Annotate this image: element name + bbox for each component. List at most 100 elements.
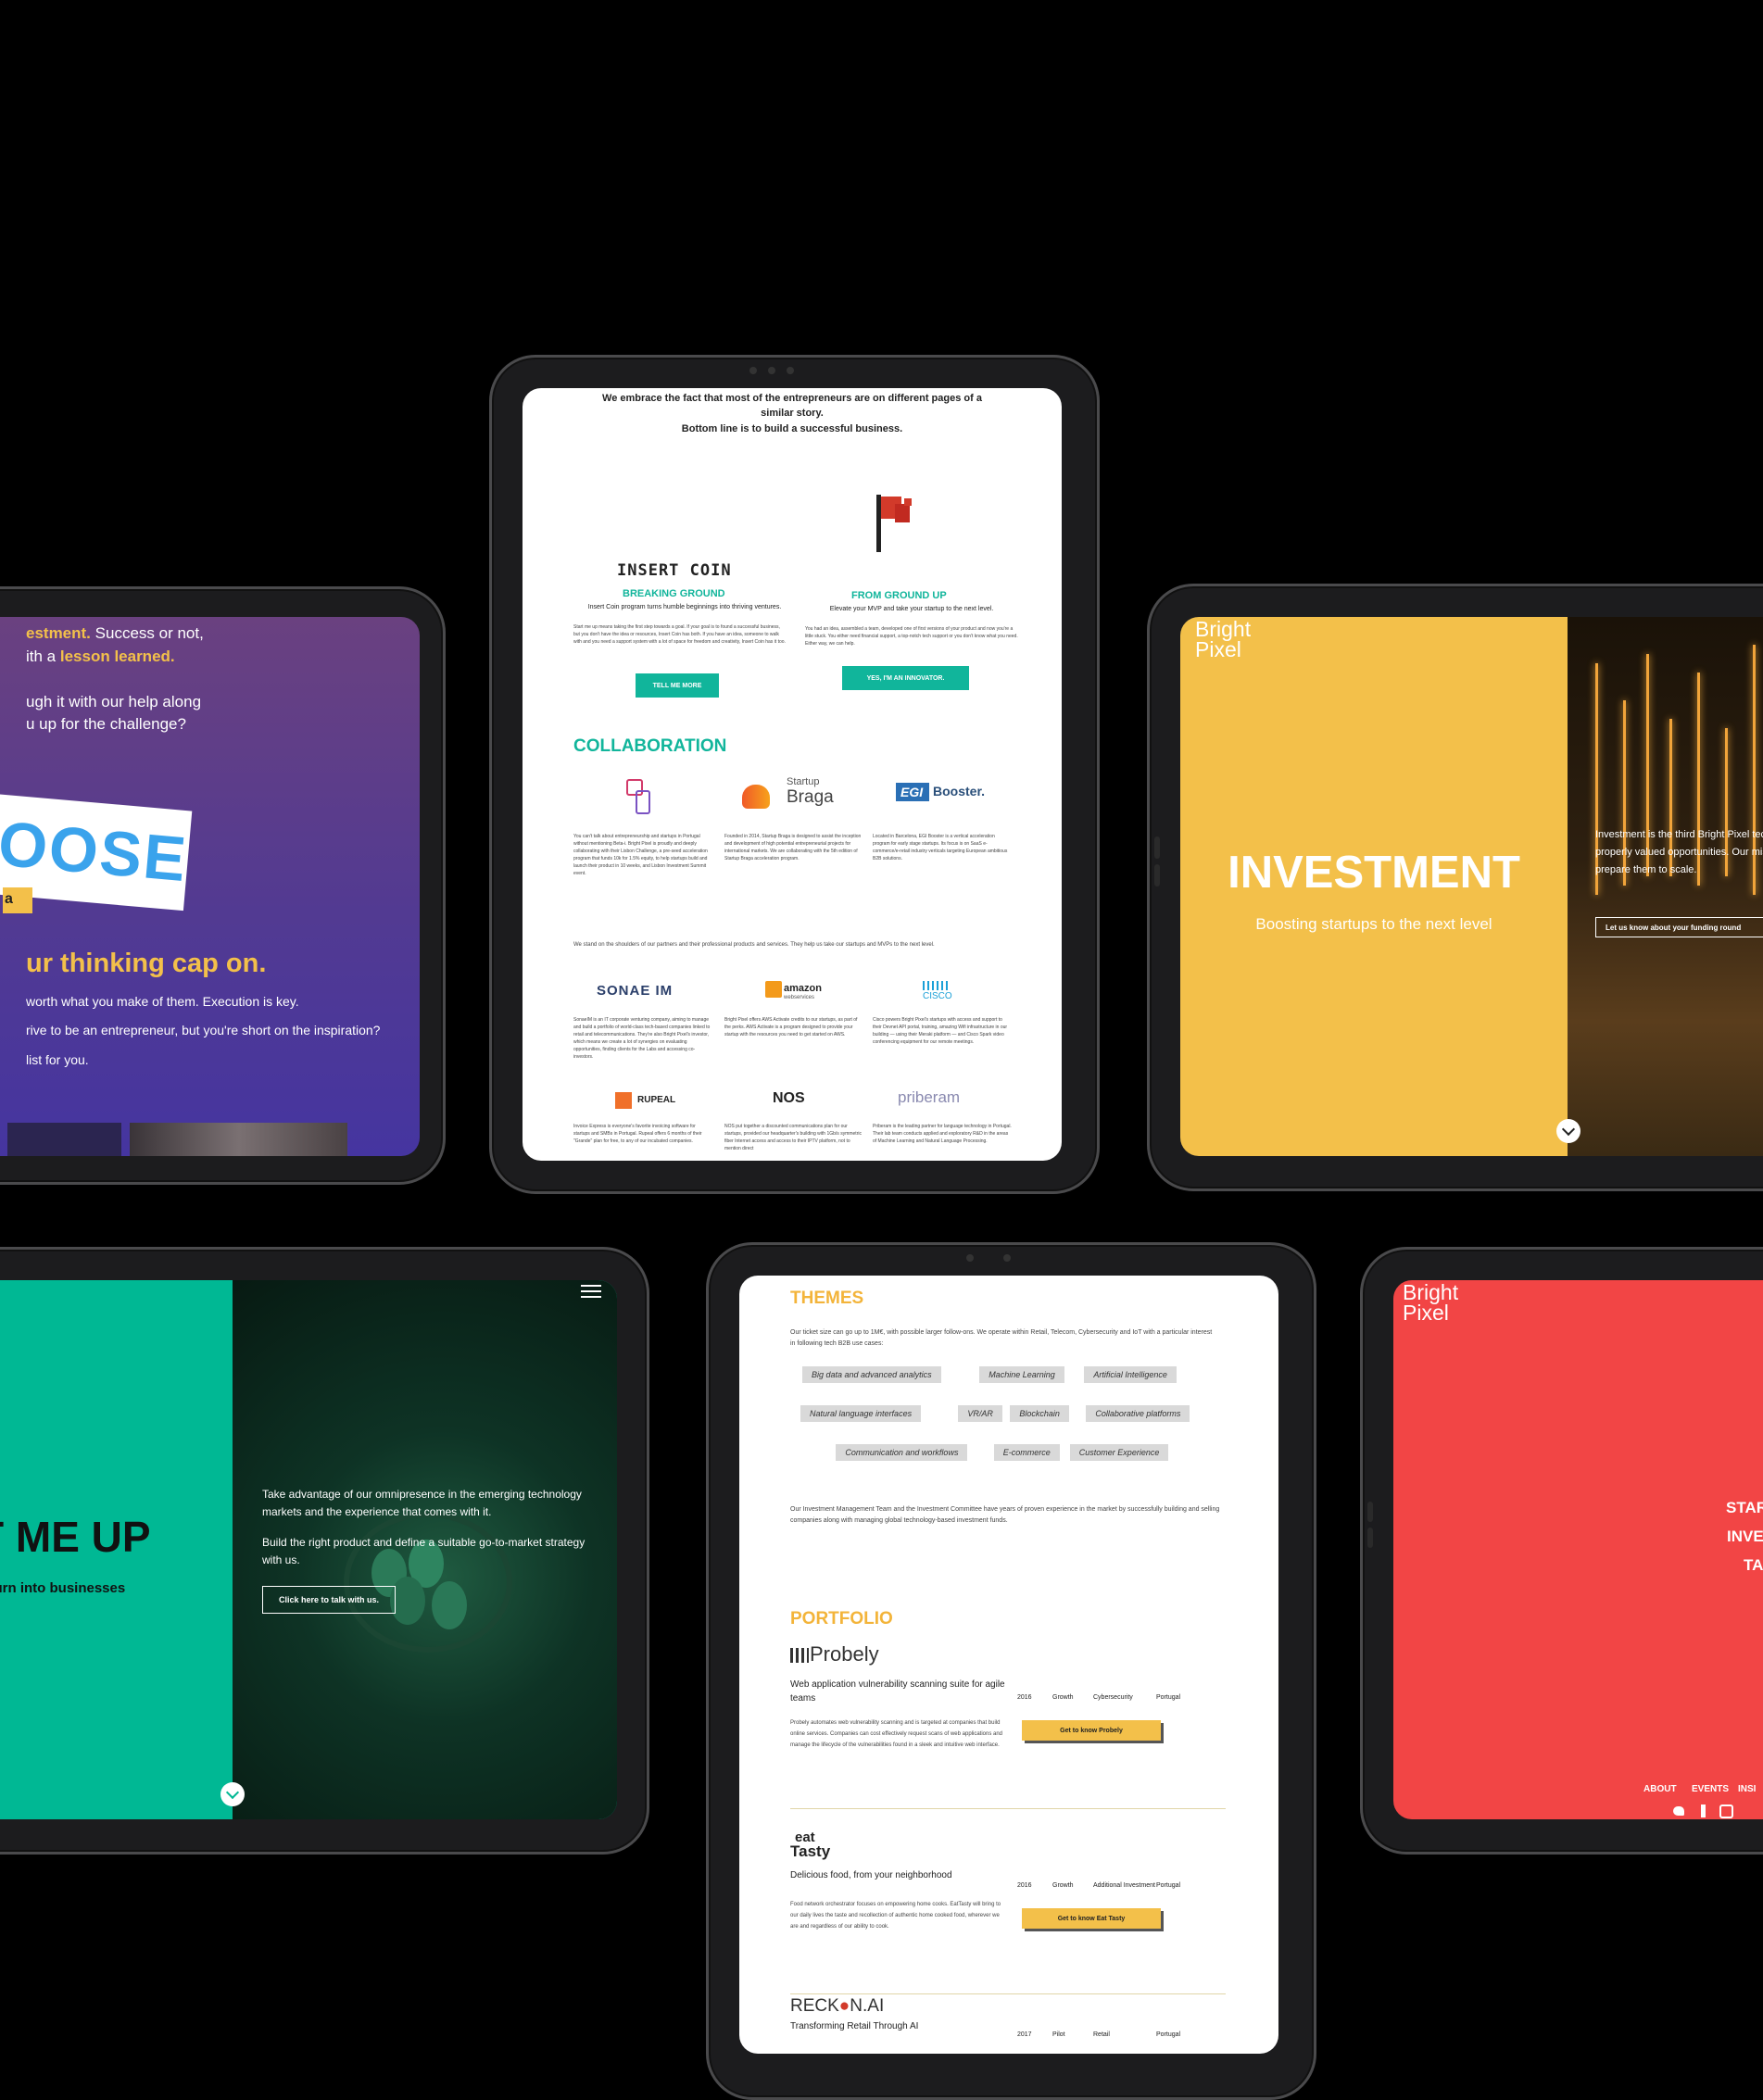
portfolio-heading: PORTFOLIO	[790, 1609, 893, 1628]
footer-nav-about[interactable]: ABOUT	[1643, 1784, 1677, 1794]
start-me-up-title: T ME UP	[0, 1513, 151, 1561]
from-ground-up-subtitle: Elevate your MVP and take your startup t…	[829, 606, 994, 612]
side-button	[1367, 1502, 1373, 1522]
collab-text-1: You can't talk about entrepreneurship an…	[573, 834, 708, 876]
nest-photo: Take advantage of our omnipresence in th…	[233, 1280, 617, 1819]
bright-pixel-logo-2: Pixel	[1403, 1301, 1449, 1325]
rupeal-logo: RUPEAL	[615, 1092, 689, 1111]
egi-badge: EGI	[896, 783, 929, 801]
theme-tag: VR/AR	[958, 1405, 1002, 1422]
choose-tag: a	[3, 887, 32, 913]
probely-body: Probely automates web vulnerability scan…	[790, 1720, 1003, 1748]
menu-item-start[interactable]: STAR	[1726, 1499, 1763, 1517]
instagram-icon[interactable]	[1719, 1804, 1733, 1818]
body-line-1: worth what you make of them. Execution i…	[26, 994, 299, 1009]
tablet-start-me-up-screen: T ME UP s turn into businesses Take adva…	[0, 1280, 617, 1819]
sonaeim-logo: SONAE IM	[597, 983, 674, 999]
tablet-start-me-up: T ME UP s turn into businesses Take adva…	[0, 1247, 649, 1855]
investment-photo: Investment is the third Bright Pixel tec…	[1568, 617, 1763, 1156]
portfolio-meta-value: 2016	[1017, 1694, 1032, 1701]
tablet-investment: Bright Pixel INVESTMENT Boosting startup…	[1147, 584, 1763, 1191]
rupeal-word: RUPEAL	[637, 1095, 676, 1105]
nos-logo: NOS	[773, 1090, 805, 1106]
body-line-3: list for you.	[26, 1052, 89, 1067]
cisco-word: CISCO	[923, 991, 952, 1001]
tablet-portfolio: THEMES Our ticket size can go up to 1M€,…	[706, 1242, 1316, 2100]
booster-label: Booster.	[933, 784, 986, 799]
talk-with-us-button[interactable]: Click here to talk with us.	[262, 1586, 396, 1614]
side-button	[1367, 1528, 1373, 1548]
portfolio-meta-value: Portugal	[1156, 1882, 1181, 1889]
start-me-up-para-1: Take advantage of our omnipresence in th…	[262, 1488, 582, 1518]
twitter-icon[interactable]	[1673, 1806, 1684, 1816]
choose-word: OOSE	[0, 808, 191, 896]
pixel-flag-icon	[876, 495, 913, 552]
tell-me-more-button[interactable]: TELL ME MORE	[636, 673, 719, 698]
probely-button[interactable]: Get to know Probely	[1022, 1720, 1161, 1741]
theme-tag: Machine Learning	[979, 1366, 1064, 1383]
priberam-logo: priberam	[898, 1088, 961, 1106]
theme-tag: Communication and workflows	[836, 1444, 968, 1461]
amazon-sub: webservices	[784, 995, 815, 1000]
insert-coin-subtitle: Insert Coin program turns humble beginni…	[587, 604, 782, 610]
theme-tag: Blockchain	[1010, 1405, 1069, 1422]
device-mockup-showcase: { "t1": { "line1_a": "estment.", "line1_…	[0, 0, 1763, 2100]
innovator-button[interactable]: YES, I'M AN INNOVATOR.	[842, 666, 969, 690]
eat-tasty-tagline: Delicious food, from your neighborhood	[790, 1870, 952, 1880]
tablet-investment-screen: Bright Pixel INVESTMENT Boosting startup…	[1180, 617, 1763, 1156]
eat-tasty-logo-b: Tasty	[790, 1842, 831, 1860]
amazon-word: amazon	[784, 983, 822, 994]
intro-line-2: similar story.	[761, 408, 824, 419]
camera-dot	[787, 367, 794, 374]
partner-text-3: Cisco powers Bright Pixel's startups wit…	[873, 1017, 1008, 1045]
intro-line-3: Bottom line is to build a successful bus…	[681, 423, 903, 434]
from-ground-up-heading: FROM GROUND UP	[851, 590, 947, 601]
partner-text-4: Invoice Express is everyone's favorite i…	[573, 1124, 702, 1144]
footer-nav-insights[interactable]: INSI	[1738, 1784, 1756, 1794]
team-text: Our Investment Management Team and the I…	[790, 1506, 1220, 1524]
partner-text-1: SonaeIM is an IT corporate venturing com…	[573, 1017, 711, 1060]
collaboration-heading: COLLABORATION	[573, 736, 727, 756]
portfolio-divider	[790, 1993, 1226, 1994]
portfolio-meta-value: Portugal	[1156, 2031, 1181, 2038]
thinking-cap-heading: ur thinking cap on.	[26, 949, 267, 978]
portfolio-meta-value: Portugal	[1156, 1694, 1181, 1701]
facebook-icon[interactable]	[1701, 1804, 1706, 1817]
scroll-down-icon[interactable]	[220, 1782, 245, 1806]
thumbnail-dark[interactable]	[7, 1123, 121, 1156]
menu-item-talent[interactable]: TA	[1744, 1556, 1763, 1575]
tablet-partners: We embrace the fact that most of the ent…	[489, 355, 1100, 1194]
from-ground-up-body: You had an idea, assembled a team, devel…	[805, 626, 1018, 647]
camera-dot	[749, 367, 757, 374]
tablet-purple-screen: estment. Success or not, ith a lesson le…	[0, 617, 420, 1156]
scroll-down-icon[interactable]	[1556, 1119, 1580, 1143]
probely-icon	[790, 1648, 809, 1663]
bright-pixel-logo-2: Pixel	[1195, 637, 1241, 661]
portfolio-meta-value: Cybersecurity	[1093, 1694, 1133, 1701]
investment-title: INVESTMENT	[1228, 848, 1520, 898]
reckon-tagline: Transforming Retail Through AI	[790, 2021, 919, 2031]
menu-item-invest[interactable]: INVE	[1727, 1528, 1763, 1546]
startup-braga-icon	[742, 785, 770, 809]
camera-dot	[768, 367, 775, 374]
themes-intro: Our ticket size can go up to 1M€, with p…	[790, 1329, 1213, 1347]
eat-tasty-body: Food network orchestrator focuses on emp…	[790, 1902, 1001, 1930]
portfolio-meta-value: Pilot	[1052, 2031, 1065, 2038]
theme-tag: E-commerce	[993, 1444, 1060, 1461]
portfolio-meta-value: 2016	[1017, 1882, 1032, 1889]
egi-label: EGI	[900, 785, 924, 799]
hero-line-2: ith a lesson learned.	[26, 648, 175, 665]
tablet-partners-screen: We embrace the fact that most of the ent…	[523, 388, 1062, 1161]
thumbnail-photo[interactable]	[130, 1123, 347, 1156]
theme-tag: Customer Experience	[1069, 1444, 1169, 1461]
hero-line-4: u up for the challenge?	[26, 715, 186, 733]
funding-round-button[interactable]: Let us know about your funding round	[1595, 917, 1763, 937]
hero-line-3: ugh it with our help along	[26, 693, 202, 710]
amazon-logo: amazon webservices	[765, 981, 839, 1005]
eat-tasty-button[interactable]: Get to know Eat Tasty	[1022, 1908, 1161, 1929]
footer-nav-events[interactable]: EVENTS	[1692, 1784, 1729, 1794]
camera-dot	[1003, 1254, 1011, 1262]
intro-line-1: We embrace the fact that most of the ent…	[602, 393, 982, 404]
hamburger-menu-icon[interactable]	[581, 1285, 601, 1298]
tablet-purple: estment. Success or not, ith a lesson le…	[0, 586, 446, 1185]
